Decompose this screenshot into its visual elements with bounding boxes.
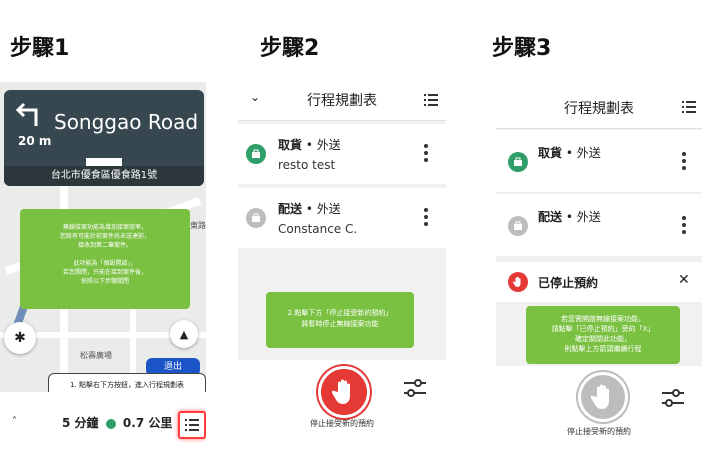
stop-type: 配送 • 外送	[278, 202, 341, 216]
stop-name: resto test	[278, 158, 336, 172]
itinerary-screen: ⌄ 行程規劃表 取貨 • 外送 resto test 配送 • 外送 Const…	[238, 78, 446, 449]
page-title: 行程規劃表	[564, 101, 634, 117]
hand-icon	[508, 272, 528, 292]
stop-accepting-button[interactable]	[318, 366, 370, 418]
eta-distance: 0.7 公里	[122, 416, 173, 430]
step2-label: 步驟2	[260, 36, 320, 61]
more-icon[interactable]	[424, 144, 428, 165]
itinerary-header: ⌄ 行程規劃表	[238, 78, 446, 121]
bottom-actions: 停止接受新的預約	[496, 366, 702, 449]
bottom-actions: 停止接受新的預約	[238, 360, 446, 449]
bag-icon	[246, 144, 266, 164]
close-icon[interactable]: ✕	[678, 272, 690, 288]
step3-label: 步驟3	[492, 36, 552, 61]
stop-type: 取貨 • 外送	[538, 146, 601, 160]
more-icon[interactable]	[682, 152, 686, 173]
map-place-label: 松壽廣場	[80, 351, 112, 360]
stop-type: 配送 • 外送	[538, 210, 601, 224]
itinerary-header: 行程規劃表	[496, 84, 702, 129]
stop-accepting-button[interactable]	[578, 372, 628, 422]
bag-icon	[508, 152, 528, 172]
chevron-up-icon[interactable]: ˄	[12, 416, 17, 427]
stop-accepting-label: 停止接受新的預約	[567, 427, 631, 436]
step3-note: 若您需開啟無線接案功能， 請點擊「已停止預約」旁的「X」 確定關閉此功能， 則點…	[526, 306, 680, 364]
report-bug-button[interactable]: ✱	[4, 322, 36, 354]
turn-distance: 20 m	[18, 134, 52, 148]
bag-icon	[246, 208, 266, 228]
info-note: 無線接案功能為增加接案效率， 您將有可能於前案件尚未送達前， 接收到第二筆案件。…	[20, 209, 190, 309]
list-item[interactable]: 配送 • 外送	[496, 194, 702, 256]
compass-button[interactable]: ▲	[170, 320, 198, 348]
sliders-icon[interactable]	[662, 388, 684, 408]
hand-icon	[591, 384, 609, 409]
stop-name: Constance C.	[278, 222, 358, 236]
eta-time: 5 分鐘	[62, 416, 99, 430]
stopped-label: 已停止預約	[538, 276, 599, 290]
more-icon[interactable]	[424, 208, 428, 229]
itinerary-button[interactable]	[178, 411, 206, 439]
list-item[interactable]: 取貨 • 外送	[496, 130, 702, 192]
stop-type: 取貨 • 外送	[278, 138, 341, 152]
list-item[interactable]: 取貨 • 外送 resto test	[238, 124, 446, 184]
bag-icon	[508, 216, 528, 236]
map-street-label: 東路	[190, 221, 206, 230]
navigation-screen: 東路 松壽廣場 20 m Songgao Road 台北市優食區優食路1號 無線…	[0, 82, 206, 449]
list-icon	[185, 419, 199, 431]
list-icon[interactable]	[424, 94, 438, 106]
page-title: 行程規劃表	[307, 93, 377, 109]
more-icon[interactable]	[682, 216, 686, 237]
bug-icon: ✱	[14, 330, 26, 346]
road-name: Songgao Road	[54, 110, 199, 134]
list-item[interactable]: 配送 • 外送 Constance C.	[238, 188, 446, 248]
current-street: 台北市優食區優食路1號	[4, 166, 204, 186]
compass-icon: ▲	[179, 327, 189, 341]
sliders-icon[interactable]	[404, 378, 426, 398]
turn-left-icon	[15, 102, 38, 126]
car-icon	[105, 418, 116, 429]
itinerary-stopped-screen: 行程規劃表 取貨 • 外送 配送 • 外送 已停止預約 ✕ 若您需開啟無線接案功…	[496, 84, 702, 449]
eta-summary: 5 分鐘 0.7 公里	[62, 414, 172, 431]
step2-note: 2.點擊下方「停止接受新的預約」 將暫時停止無線接案功能	[266, 292, 414, 348]
stop-accepting-label: 停止接受新的預約	[310, 419, 374, 428]
list-icon[interactable]	[682, 101, 696, 113]
stopped-banner: 已停止預約 ✕	[496, 262, 702, 302]
step1-label: 步驟1	[10, 36, 70, 61]
eta-bar: ˄ 5 分鐘 0.7 公里	[0, 392, 206, 449]
hand-icon	[332, 379, 350, 404]
